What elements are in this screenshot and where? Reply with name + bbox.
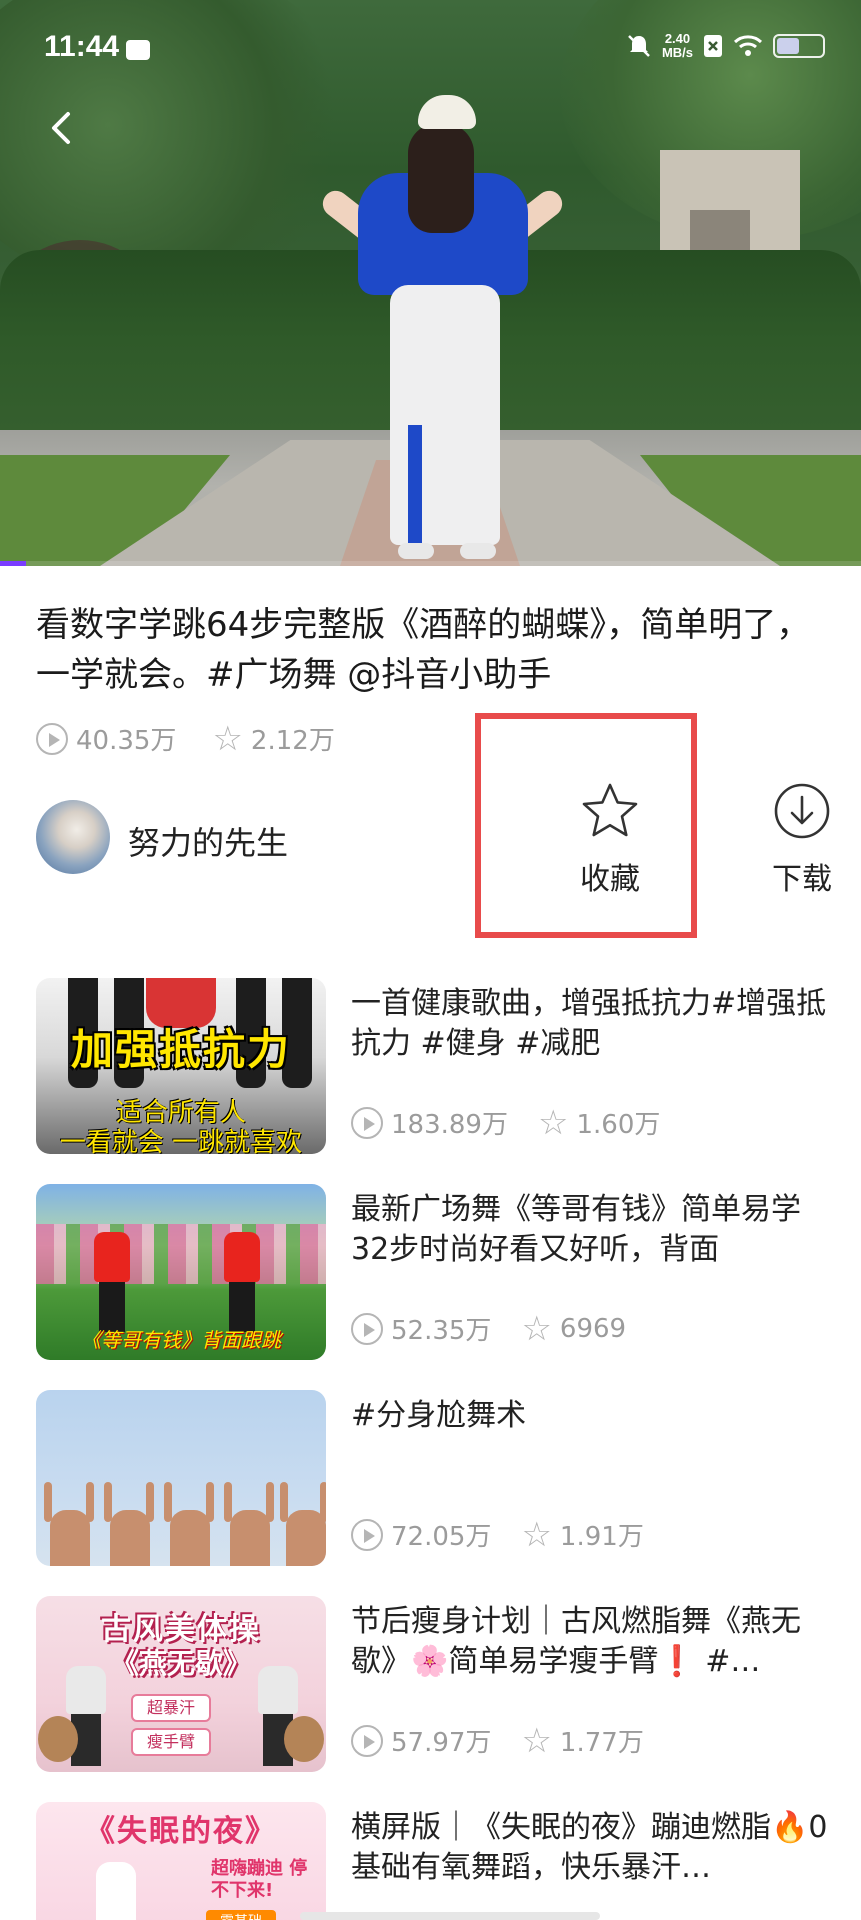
author-name[interactable]: 努力的先生 [128,818,288,864]
download-circle-icon [774,783,830,839]
download-button[interactable]: 下载 [752,780,852,898]
related-video-stats: 183.89万 ☆ 1.60万 [351,1104,690,1141]
like-count-icon: ☆ [521,1308,552,1349]
play-count: 57.97万 [391,1728,492,1758]
thumbnail-tag: 瘦手臂 [131,1728,211,1756]
related-video-title: 横屏版｜《失眠的夜》蹦迪燃脂🔥0基础有氧舞蹈，快乐暴汗… [351,1810,828,1885]
related-video-stats: 52.35万 ☆ 6969 [351,1310,656,1347]
thumbnail-caption: 《失眠的夜》 [85,1814,277,1849]
thumbnail-caption: 加强抵抗力 [70,1025,291,1074]
author-avatar[interactable] [36,800,110,874]
video-stats: 40.35万 ☆ 2.12万 [36,720,371,757]
related-video-thumbnail: 《等哥有钱》背面跟跳 [36,1184,326,1360]
sim-off-icon [704,35,722,57]
play-count-icon [351,1518,383,1551]
like-count-icon: ☆ [212,718,243,759]
network-speed: 2.40 MB/s [661,31,693,60]
like-count: 1.77万 [559,1728,644,1758]
thumbnail-tag: 超暴汗 [131,1694,211,1722]
play-count: 183.89万 [391,1110,508,1140]
like-count: 2.12万 [250,726,335,756]
play-count-icon [351,1106,383,1139]
highlight-box [475,713,697,938]
related-video-item[interactable]: 古风美体操 《燕无歇》 超暴汗 瘦手臂 节后瘦身计划｜古风燃脂舞《燕无歇》🌸简单… [36,1596,836,1772]
related-video-item[interactable]: 加强抵抗力 适合所有人 一看就会 一跳就喜欢 一首健康歌曲，增强抵抗力#增强抵抗… [36,978,836,1154]
play-count-icon [351,1724,383,1757]
related-video-stats: 57.97万 ☆ 1.77万 [351,1722,674,1759]
play-count: 40.35万 [76,726,177,756]
scroll-indicator [300,1912,600,1920]
like-count: 6969 [559,1313,627,1344]
thumbnail-caption: 超嗨蹦迪 停不下来! [211,1858,308,1901]
related-video-title: 最新广场舞《等哥有钱》简单易学32步时尚好看又好听，背面 [351,1192,801,1267]
play-count-icon [36,722,68,755]
dancer-figure [310,95,570,565]
thumbnail-badge: 零基础 [206,1910,276,1920]
play-count-icon [351,1312,383,1345]
mute-bell-icon [628,35,650,57]
related-video-title: #分身尬舞术 [351,1398,527,1433]
battery-icon [773,34,825,58]
video-progress-bar[interactable] [0,561,861,566]
related-video-title: 一首健康歌曲，增强抵抗力#增强抵抗力 #健身 #减肥 [351,986,827,1061]
notification-icon [126,40,150,60]
like-count: 1.60万 [576,1110,661,1140]
like-count-icon: ☆ [521,1514,552,1555]
download-label: 下载 [772,862,832,897]
like-count-icon: ☆ [537,1102,569,1143]
status-bar: 11:44 2.40 MB/s [0,0,861,100]
related-video-title: 节后瘦身计划｜古风燃脂舞《燕无歇》🌸简单易学瘦手臂❗ #… [351,1604,801,1679]
play-count: 52.35万 [391,1316,492,1346]
related-video-thumbnail: 加强抵抗力 适合所有人 一看就会 一跳就喜欢 [36,978,326,1154]
thumbnail-caption: 《等哥有钱》背面跟跳 [81,1328,281,1352]
back-chevron-left-icon[interactable] [44,108,78,148]
wifi-icon [733,35,763,56]
thumbnail-caption: 《燕无歇》 [110,1647,251,1680]
related-video-stats: 72.05万 ☆ 1.91万 [351,1516,674,1553]
related-video-item[interactable]: #分身尬舞术 72.05万 ☆ 1.91万 [36,1390,836,1566]
related-video-thumbnail: 《失眠的夜》 超嗨蹦迪 停不下来! 零基础 [36,1802,326,1920]
related-video-thumbnail [36,1390,326,1566]
video-title: 看数字学跳64步完整版《酒醉的蝴蝶》，简单明了，一学就会。#广场舞 @抖音小助手 [36,605,811,695]
related-video-item[interactable]: 《失眠的夜》 超嗨蹦迪 停不下来! 零基础 横屏版｜《失眠的夜》蹦迪燃脂🔥0基础… [36,1802,836,1920]
status-time: 11:44 [44,30,120,63]
like-count: 1.91万 [559,1522,644,1552]
like-count-icon: ☆ [521,1720,552,1761]
related-video-thumbnail: 古风美体操 《燕无歇》 超暴汗 瘦手臂 [36,1596,326,1772]
thumbnail-caption: 适合所有人 一看就会 一跳就喜欢 [59,1098,303,1154]
play-count: 72.05万 [391,1522,492,1552]
video-progress-fill [0,561,26,566]
related-video-item[interactable]: 《等哥有钱》背面跟跳 最新广场舞《等哥有钱》简单易学32步时尚好看又好听，背面 … [36,1184,836,1360]
